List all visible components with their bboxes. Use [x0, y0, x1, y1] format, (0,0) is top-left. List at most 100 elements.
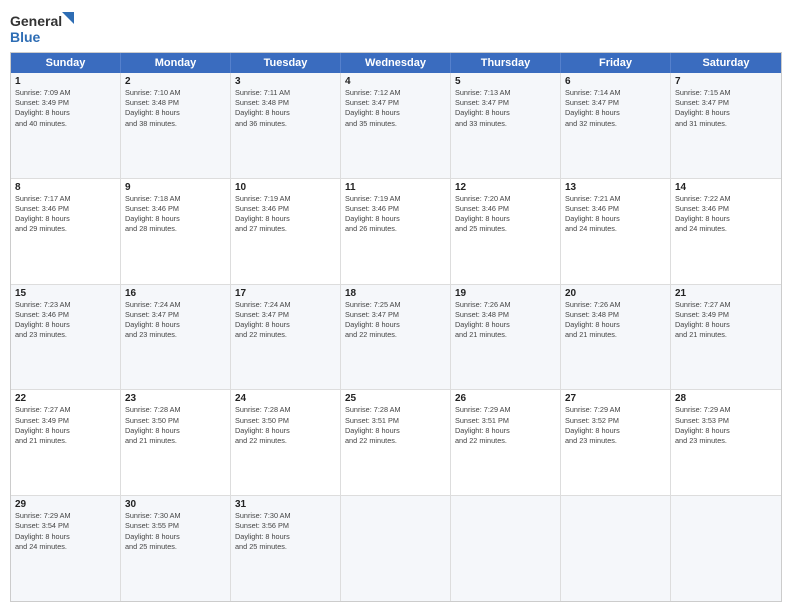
day-number: 8: [15, 182, 116, 193]
calendar-day-6: 6Sunrise: 7:14 AMSunset: 3:47 PMDaylight…: [561, 73, 671, 178]
calendar: SundayMondayTuesdayWednesdayThursdayFrid…: [10, 52, 782, 602]
day-info: Sunrise: 7:10 AMSunset: 3:48 PMDaylight:…: [125, 88, 226, 129]
svg-text:General: General: [10, 13, 62, 29]
calendar-day-4: 4Sunrise: 7:12 AMSunset: 3:47 PMDaylight…: [341, 73, 451, 178]
day-info: Sunrise: 7:17 AMSunset: 3:46 PMDaylight:…: [15, 194, 116, 235]
day-info: Sunrise: 7:18 AMSunset: 3:46 PMDaylight:…: [125, 194, 226, 235]
day-number: 25: [345, 393, 446, 404]
calendar-day-8: 8Sunrise: 7:17 AMSunset: 3:46 PMDaylight…: [11, 179, 121, 284]
day-number: 3: [235, 76, 336, 87]
day-number: 12: [455, 182, 556, 193]
day-number: 22: [15, 393, 116, 404]
day-info: Sunrise: 7:27 AMSunset: 3:49 PMDaylight:…: [15, 405, 116, 446]
day-info: Sunrise: 7:19 AMSunset: 3:46 PMDaylight:…: [235, 194, 336, 235]
day-number: 11: [345, 182, 446, 193]
day-info: Sunrise: 7:29 AMSunset: 3:53 PMDaylight:…: [675, 405, 777, 446]
calendar-empty-cell: [561, 496, 671, 601]
day-info: Sunrise: 7:13 AMSunset: 3:47 PMDaylight:…: [455, 88, 556, 129]
day-info: Sunrise: 7:15 AMSunset: 3:47 PMDaylight:…: [675, 88, 777, 129]
day-number: 29: [15, 499, 116, 510]
logo: GeneralBlue: [10, 10, 80, 46]
day-number: 24: [235, 393, 336, 404]
day-number: 20: [565, 288, 666, 299]
day-info: Sunrise: 7:26 AMSunset: 3:48 PMDaylight:…: [455, 300, 556, 341]
logo-icon: GeneralBlue: [10, 10, 80, 46]
day-info: Sunrise: 7:29 AMSunset: 3:52 PMDaylight:…: [565, 405, 666, 446]
calendar-day-7: 7Sunrise: 7:15 AMSunset: 3:47 PMDaylight…: [671, 73, 781, 178]
calendar-day-19: 19Sunrise: 7:26 AMSunset: 3:48 PMDayligh…: [451, 285, 561, 390]
day-number: 7: [675, 76, 777, 87]
calendar-day-3: 3Sunrise: 7:11 AMSunset: 3:48 PMDaylight…: [231, 73, 341, 178]
day-info: Sunrise: 7:30 AMSunset: 3:55 PMDaylight:…: [125, 511, 226, 552]
day-number: 9: [125, 182, 226, 193]
calendar-day-23: 23Sunrise: 7:28 AMSunset: 3:50 PMDayligh…: [121, 390, 231, 495]
calendar-week-3: 15Sunrise: 7:23 AMSunset: 3:46 PMDayligh…: [11, 285, 781, 391]
day-info: Sunrise: 7:27 AMSunset: 3:49 PMDaylight:…: [675, 300, 777, 341]
day-number: 31: [235, 499, 336, 510]
header-day-monday: Monday: [121, 53, 231, 73]
day-info: Sunrise: 7:19 AMSunset: 3:46 PMDaylight:…: [345, 194, 446, 235]
calendar-day-28: 28Sunrise: 7:29 AMSunset: 3:53 PMDayligh…: [671, 390, 781, 495]
day-number: 10: [235, 182, 336, 193]
calendar-day-13: 13Sunrise: 7:21 AMSunset: 3:46 PMDayligh…: [561, 179, 671, 284]
day-number: 13: [565, 182, 666, 193]
calendar-empty-cell: [341, 496, 451, 601]
calendar-day-20: 20Sunrise: 7:26 AMSunset: 3:48 PMDayligh…: [561, 285, 671, 390]
page: GeneralBlue SundayMondayTuesdayWednesday…: [0, 0, 792, 612]
calendar-header: SundayMondayTuesdayWednesdayThursdayFrid…: [11, 53, 781, 73]
calendar-day-11: 11Sunrise: 7:19 AMSunset: 3:46 PMDayligh…: [341, 179, 451, 284]
calendar-day-24: 24Sunrise: 7:28 AMSunset: 3:50 PMDayligh…: [231, 390, 341, 495]
day-number: 1: [15, 76, 116, 87]
calendar-day-30: 30Sunrise: 7:30 AMSunset: 3:55 PMDayligh…: [121, 496, 231, 601]
day-info: Sunrise: 7:25 AMSunset: 3:47 PMDaylight:…: [345, 300, 446, 341]
calendar-week-1: 1Sunrise: 7:09 AMSunset: 3:49 PMDaylight…: [11, 73, 781, 179]
calendar-day-5: 5Sunrise: 7:13 AMSunset: 3:47 PMDaylight…: [451, 73, 561, 178]
calendar-week-2: 8Sunrise: 7:17 AMSunset: 3:46 PMDaylight…: [11, 179, 781, 285]
day-number: 15: [15, 288, 116, 299]
calendar-day-21: 21Sunrise: 7:27 AMSunset: 3:49 PMDayligh…: [671, 285, 781, 390]
day-number: 26: [455, 393, 556, 404]
day-number: 17: [235, 288, 336, 299]
header-day-thursday: Thursday: [451, 53, 561, 73]
day-number: 2: [125, 76, 226, 87]
day-info: Sunrise: 7:11 AMSunset: 3:48 PMDaylight:…: [235, 88, 336, 129]
calendar-day-31: 31Sunrise: 7:30 AMSunset: 3:56 PMDayligh…: [231, 496, 341, 601]
header-day-sunday: Sunday: [11, 53, 121, 73]
calendar-body: 1Sunrise: 7:09 AMSunset: 3:49 PMDaylight…: [11, 73, 781, 601]
day-number: 16: [125, 288, 226, 299]
header-day-wednesday: Wednesday: [341, 53, 451, 73]
day-info: Sunrise: 7:28 AMSunset: 3:50 PMDaylight:…: [125, 405, 226, 446]
day-info: Sunrise: 7:22 AMSunset: 3:46 PMDaylight:…: [675, 194, 777, 235]
day-info: Sunrise: 7:14 AMSunset: 3:47 PMDaylight:…: [565, 88, 666, 129]
calendar-empty-cell: [671, 496, 781, 601]
calendar-week-5: 29Sunrise: 7:29 AMSunset: 3:54 PMDayligh…: [11, 496, 781, 601]
calendar-day-27: 27Sunrise: 7:29 AMSunset: 3:52 PMDayligh…: [561, 390, 671, 495]
calendar-day-25: 25Sunrise: 7:28 AMSunset: 3:51 PMDayligh…: [341, 390, 451, 495]
day-number: 23: [125, 393, 226, 404]
calendar-day-26: 26Sunrise: 7:29 AMSunset: 3:51 PMDayligh…: [451, 390, 561, 495]
day-info: Sunrise: 7:29 AMSunset: 3:51 PMDaylight:…: [455, 405, 556, 446]
header: GeneralBlue: [10, 10, 782, 46]
header-day-tuesday: Tuesday: [231, 53, 341, 73]
day-number: 28: [675, 393, 777, 404]
calendar-day-2: 2Sunrise: 7:10 AMSunset: 3:48 PMDaylight…: [121, 73, 231, 178]
day-info: Sunrise: 7:28 AMSunset: 3:50 PMDaylight:…: [235, 405, 336, 446]
calendar-day-15: 15Sunrise: 7:23 AMSunset: 3:46 PMDayligh…: [11, 285, 121, 390]
day-info: Sunrise: 7:26 AMSunset: 3:48 PMDaylight:…: [565, 300, 666, 341]
header-day-friday: Friday: [561, 53, 671, 73]
calendar-day-10: 10Sunrise: 7:19 AMSunset: 3:46 PMDayligh…: [231, 179, 341, 284]
day-info: Sunrise: 7:29 AMSunset: 3:54 PMDaylight:…: [15, 511, 116, 552]
calendar-day-18: 18Sunrise: 7:25 AMSunset: 3:47 PMDayligh…: [341, 285, 451, 390]
calendar-week-4: 22Sunrise: 7:27 AMSunset: 3:49 PMDayligh…: [11, 390, 781, 496]
day-info: Sunrise: 7:24 AMSunset: 3:47 PMDaylight:…: [235, 300, 336, 341]
svg-text:Blue: Blue: [10, 29, 41, 45]
calendar-day-22: 22Sunrise: 7:27 AMSunset: 3:49 PMDayligh…: [11, 390, 121, 495]
day-number: 5: [455, 76, 556, 87]
day-info: Sunrise: 7:24 AMSunset: 3:47 PMDaylight:…: [125, 300, 226, 341]
calendar-day-14: 14Sunrise: 7:22 AMSunset: 3:46 PMDayligh…: [671, 179, 781, 284]
day-info: Sunrise: 7:30 AMSunset: 3:56 PMDaylight:…: [235, 511, 336, 552]
day-number: 18: [345, 288, 446, 299]
day-info: Sunrise: 7:20 AMSunset: 3:46 PMDaylight:…: [455, 194, 556, 235]
calendar-day-29: 29Sunrise: 7:29 AMSunset: 3:54 PMDayligh…: [11, 496, 121, 601]
day-info: Sunrise: 7:09 AMSunset: 3:49 PMDaylight:…: [15, 88, 116, 129]
